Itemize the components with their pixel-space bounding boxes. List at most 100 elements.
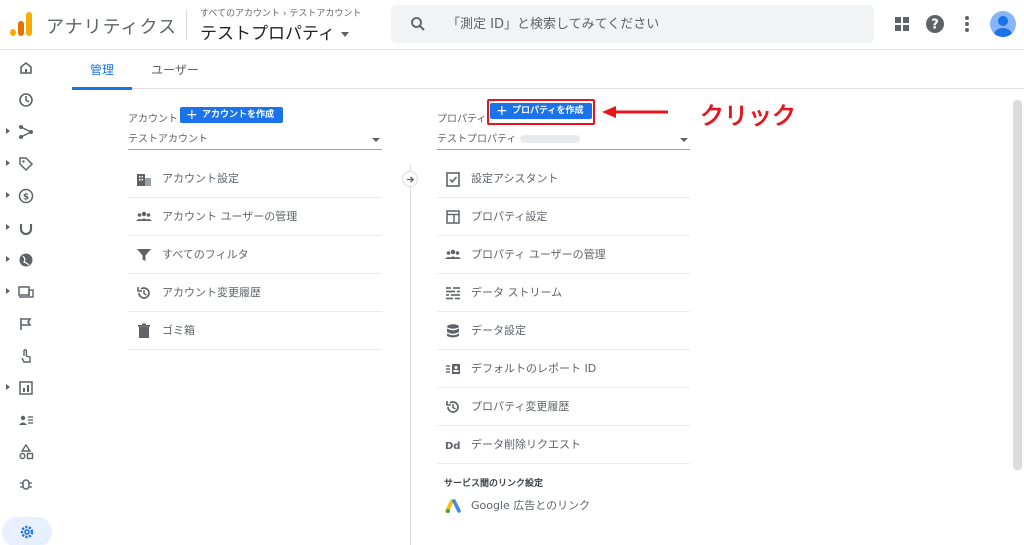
setup-assistant-item[interactable]: 設定アシスタント [437,160,690,198]
expand-arrow-icon [6,160,10,166]
nav-monetization[interactable]: $ [0,183,54,209]
expand-arrow-icon [6,224,10,230]
property-selected-value: テストプロパティ [437,134,517,145]
create-account-button[interactable]: + アカウントを作成 [180,107,283,123]
plus-icon: + [186,107,198,123]
menu-item-label: デフォルトのレポート ID [471,362,597,375]
menu-item-label: アカウント変更履歴 [162,286,261,299]
people-icon [445,249,461,259]
dd-icon: Dd [445,441,460,452]
account-avatar[interactable] [990,11,1016,37]
create-property-label: プロパティを作成 [512,106,584,116]
property-column-label: プロパティ [437,114,487,125]
arrow-right-icon [406,176,415,183]
svg-text:?: ? [931,18,939,33]
property-picker[interactable]: テストプロパティ [200,19,349,44]
bug-icon [20,479,32,490]
more-vert-icon[interactable] [956,13,978,35]
analysis-icon [19,381,33,395]
nav-audience[interactable] [0,119,54,145]
menu-item-label: 設定アシスタント [471,172,559,185]
menu-item-label: データ削除リクエスト [471,438,581,451]
nav-admin[interactable] [2,517,52,545]
trash-item[interactable]: ゴミ箱 [128,312,382,350]
svg-text:Dd: Dd [445,441,460,452]
annotation-text: クリック [700,102,796,130]
nav-realtime[interactable] [0,87,54,113]
account-users-item[interactable]: アカウント ユーザーの管理 [128,198,382,236]
help-icon[interactable]: ? [924,13,946,35]
nav-custom-definitions[interactable] [0,439,54,465]
column-divider [410,165,411,545]
globe-icon [19,253,33,267]
menu-item-label: アカウント設定 [162,172,239,185]
user-avatar-icon [994,16,1012,37]
account-selected-value: テストアカウント [128,134,208,145]
expand-arrow-icon [6,192,10,198]
create-property-button[interactable]: + プロパティを作成 [490,103,592,119]
nav-home[interactable] [0,55,54,81]
home-icon [20,61,32,74]
account-history-item[interactable]: アカウント変更履歴 [128,274,382,312]
menu-item-label: ゴミ箱 [162,324,195,337]
account-select[interactable]: テストアカウント [128,130,382,150]
google-ads-icon [445,499,461,513]
nav-audiences[interactable] [0,407,54,433]
touch-icon [21,349,31,363]
stream-icon [446,287,460,300]
expand-arrow-icon [6,128,10,134]
tab-users[interactable]: ユーザー [140,51,210,89]
scrollbar[interactable] [1013,100,1022,470]
default-report-id-item[interactable]: デフォルトのレポート ID [437,350,690,388]
flag-icon [20,318,32,330]
nav-tech[interactable] [0,279,54,305]
property-users-item[interactable]: プロパティ ユーザーの管理 [437,236,690,274]
gear-icon [20,525,34,539]
nav-conversions[interactable] [0,343,54,369]
search-input[interactable] [447,14,847,34]
nav-events[interactable] [0,311,54,337]
layout-icon [446,210,460,224]
nav-acquisition[interactable] [0,151,54,177]
history-icon [446,401,459,413]
apps-grid-icon[interactable] [891,13,913,35]
annotation-arrow-icon [602,106,668,118]
property-settings-item[interactable]: プロパティ設定 [437,198,690,236]
branch-icon [19,125,33,139]
database-icon [447,324,459,338]
data-deletion-item[interactable]: Dd データ削除リクエスト [437,426,690,464]
nav-engagement[interactable] [0,215,54,241]
search-bar[interactable] [391,5,874,43]
nav-debugview[interactable] [0,471,54,497]
column-arrow [402,171,418,187]
expand-arrow-icon [6,256,10,262]
dollar-icon: $ [18,188,34,204]
breadcrumb[interactable]: すべてのアカウント › テストアカウント [200,6,361,19]
account-settings-item[interactable]: アカウント設定 [128,160,382,198]
header-divider [186,10,187,40]
nav-demographics[interactable] [0,247,54,273]
nav-analysis[interactable] [0,375,54,401]
tab-admin[interactable]: 管理 [72,51,132,90]
menu-item-label: アカウント ユーザーの管理 [162,210,298,223]
caret-down-icon [680,138,688,142]
menu-item-label: プロパティ変更履歴 [471,400,570,413]
left-nav: $ [0,51,54,545]
search-icon [411,17,425,31]
devices-icon [18,286,34,298]
analytics-logo-icon[interactable] [10,12,34,36]
all-filters-item[interactable]: すべてのフィルタ [128,236,382,274]
account-column-label: アカウント [128,114,178,125]
data-streams-item[interactable]: データ ストリーム [437,274,690,312]
menu-item-label: データ設定 [471,324,526,337]
create-account-label: アカウントを作成 [202,110,275,120]
caret-down-icon [372,138,380,142]
data-settings-item[interactable]: データ設定 [437,312,690,350]
top-header: アナリティクス すべてのアカウント › テストアカウント テストプロパティ ? [0,0,1024,50]
shapes-icon [19,444,34,460]
property-select[interactable]: テストプロパティ [437,130,690,150]
menu-item-label: プロパティ設定 [471,210,548,223]
google-ads-link-item[interactable]: Google 広告とのリンク [437,487,690,525]
property-history-item[interactable]: プロパティ変更履歴 [437,388,690,426]
history-icon [137,287,150,299]
